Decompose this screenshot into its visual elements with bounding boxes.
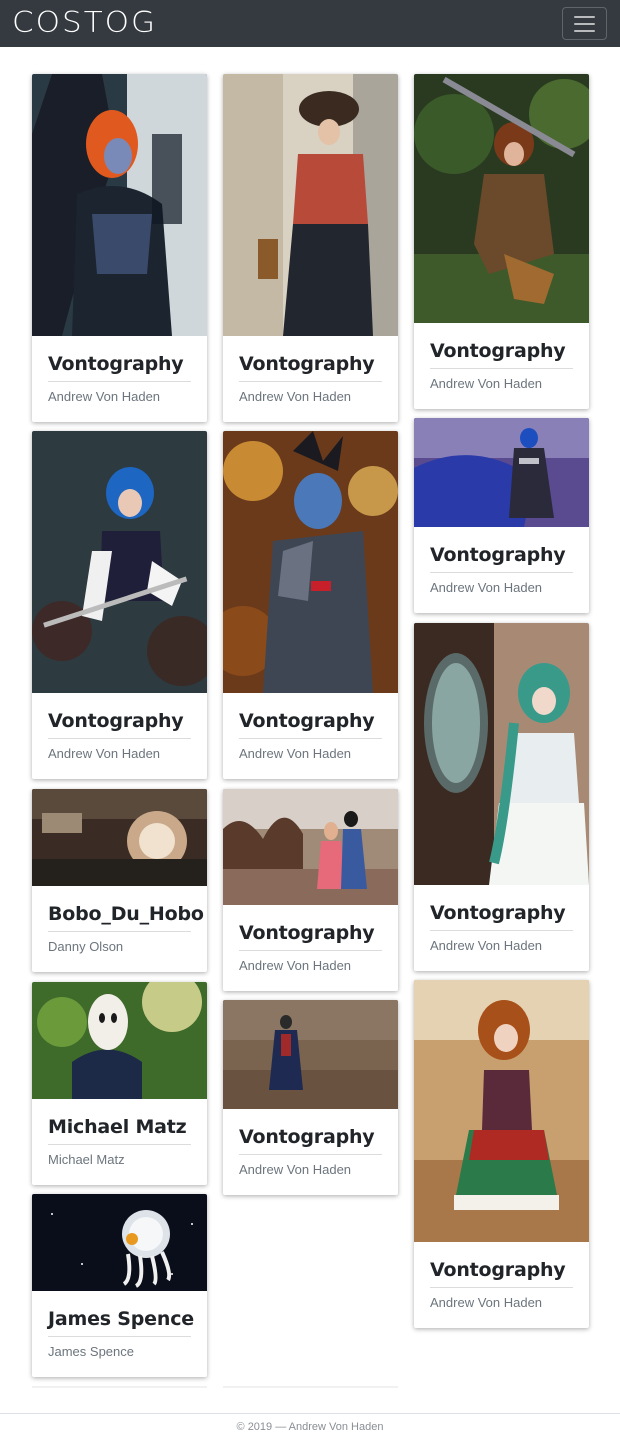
card-author: Andrew Von Haden bbox=[239, 958, 352, 973]
card-photo[interactable] bbox=[223, 74, 398, 336]
card-photo[interactable] bbox=[414, 623, 589, 885]
card-author: Andrew Von Haden bbox=[48, 746, 161, 761]
card-title[interactable]: Vontography bbox=[48, 709, 191, 739]
footer-divider bbox=[0, 1413, 620, 1414]
gallery-card[interactable]: Vontography Andrew Von Haden bbox=[414, 418, 589, 613]
card-author: Andrew Von Haden bbox=[430, 938, 543, 953]
card-author: Andrew Von Haden bbox=[239, 389, 352, 404]
card-photo[interactable] bbox=[223, 431, 398, 693]
card-title[interactable]: Vontography bbox=[430, 339, 573, 369]
card-author: Andrew Von Haden bbox=[239, 746, 352, 761]
card-author: Andrew Von Haden bbox=[48, 389, 161, 404]
hamburger-icon-bar bbox=[574, 15, 595, 18]
card-photo[interactable] bbox=[223, 789, 398, 905]
gallery-card[interactable]: James Spence James Spence bbox=[32, 1194, 207, 1377]
card-title[interactable]: James Spence bbox=[48, 1307, 194, 1337]
card-author: Andrew Von Haden bbox=[430, 580, 543, 595]
card-author: Michael Matz bbox=[48, 1152, 125, 1167]
card-photo[interactable] bbox=[32, 982, 207, 1099]
card-photo[interactable] bbox=[414, 418, 589, 527]
gallery-card[interactable]: Michael Matz Michael Matz bbox=[32, 982, 207, 1185]
card-photo[interactable] bbox=[32, 74, 207, 336]
hamburger-menu-button[interactable] bbox=[562, 7, 607, 40]
card-photo[interactable] bbox=[32, 431, 207, 693]
gallery-card[interactable]: Vontography Andrew Von Haden bbox=[414, 980, 589, 1328]
card-title[interactable]: Vontography bbox=[430, 543, 573, 573]
card-author: Andrew Von Haden bbox=[430, 1295, 543, 1310]
gallery-card[interactable]: Vontography Andrew Von Haden bbox=[223, 1000, 398, 1195]
gallery-card[interactable]: Vontography Andrew Von Haden bbox=[414, 623, 589, 971]
card-placeholder bbox=[32, 1386, 207, 1388]
gallery-card[interactable]: Vontography Andrew Von Haden bbox=[414, 74, 589, 409]
brand-logo[interactable]: COSTOG bbox=[12, 9, 157, 38]
card-title[interactable]: Vontography bbox=[430, 901, 573, 931]
card-title[interactable]: Bobo_Du_Hobo bbox=[48, 902, 204, 932]
card-title[interactable]: Michael Matz bbox=[48, 1115, 191, 1145]
card-photo[interactable] bbox=[32, 789, 207, 886]
card-author: Andrew Von Haden bbox=[239, 1162, 352, 1177]
gallery-card[interactable]: Vontography Andrew Von Haden bbox=[32, 74, 207, 422]
card-title[interactable]: Vontography bbox=[430, 1258, 573, 1288]
gallery-card[interactable]: Vontography Andrew Von Haden bbox=[32, 431, 207, 779]
card-title[interactable]: Vontography bbox=[239, 921, 382, 951]
footer-copyright: © 2019 — Andrew Von Haden bbox=[236, 1421, 384, 1433]
gallery-card[interactable]: Vontography Andrew Von Haden bbox=[223, 74, 398, 422]
card-title[interactable]: Vontography bbox=[239, 352, 382, 382]
card-title[interactable]: Vontography bbox=[239, 1125, 382, 1155]
navbar: COSTOG bbox=[0, 0, 620, 47]
gallery-card[interactable]: Vontography Andrew Von Haden bbox=[223, 431, 398, 779]
card-photo[interactable] bbox=[414, 74, 589, 323]
card-author: Andrew Von Haden bbox=[430, 376, 543, 391]
card-author: James Spence bbox=[48, 1344, 134, 1359]
card-title[interactable]: Vontography bbox=[48, 352, 191, 382]
card-photo[interactable] bbox=[414, 980, 589, 1242]
card-title[interactable]: Vontography bbox=[239, 709, 382, 739]
gallery-card[interactable]: Bobo_Du_Hobo Danny Olson bbox=[32, 789, 207, 972]
hamburger-icon-bar bbox=[574, 22, 595, 25]
hamburger-icon-bar bbox=[574, 29, 595, 32]
card-author: Danny Olson bbox=[48, 939, 124, 954]
gallery-card[interactable]: Vontography Andrew Von Haden bbox=[223, 789, 398, 991]
card-photo[interactable] bbox=[223, 1000, 398, 1109]
card-placeholder bbox=[223, 1386, 398, 1388]
card-photo[interactable] bbox=[32, 1194, 207, 1291]
